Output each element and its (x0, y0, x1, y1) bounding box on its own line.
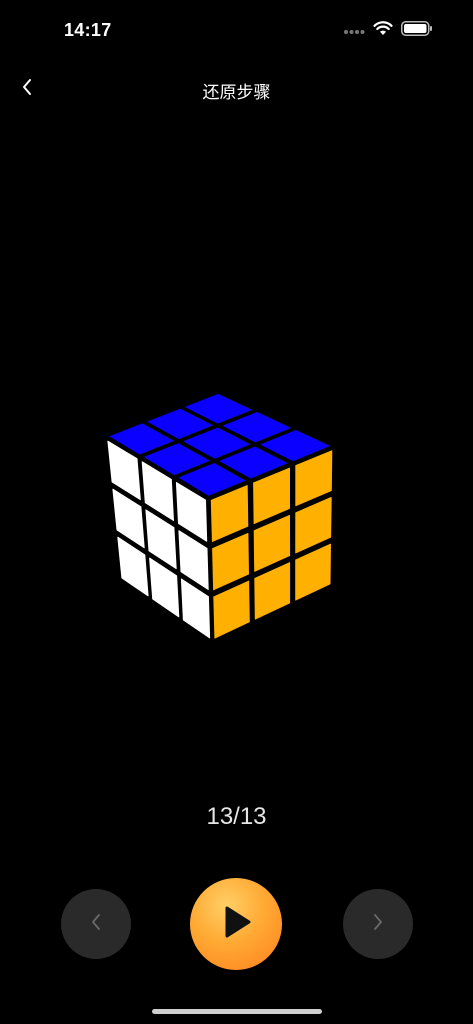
nav-bar: 还原步骤 (0, 64, 473, 114)
status-icons (343, 21, 433, 41)
play-icon (219, 904, 253, 945)
signal-dots-icon (343, 22, 365, 40)
next-step-button[interactable] (343, 889, 413, 959)
page-title: 还原步骤 (202, 83, 271, 103)
play-button[interactable] (190, 878, 282, 970)
previous-step-button[interactable] (61, 889, 131, 959)
status-time: 14:17 (64, 20, 112, 40)
step-counter: 13/13 (206, 803, 267, 830)
playback-controls (0, 878, 473, 970)
home-indicator (152, 1009, 322, 1014)
cube-3d-view[interactable] (96, 384, 346, 648)
chevron-right-icon (372, 912, 384, 937)
status-bar: 14:17 (0, 0, 473, 64)
battery-icon (401, 21, 433, 41)
chevron-left-icon (90, 912, 102, 937)
wifi-icon (373, 21, 393, 41)
rubiks-cube (105, 392, 335, 643)
